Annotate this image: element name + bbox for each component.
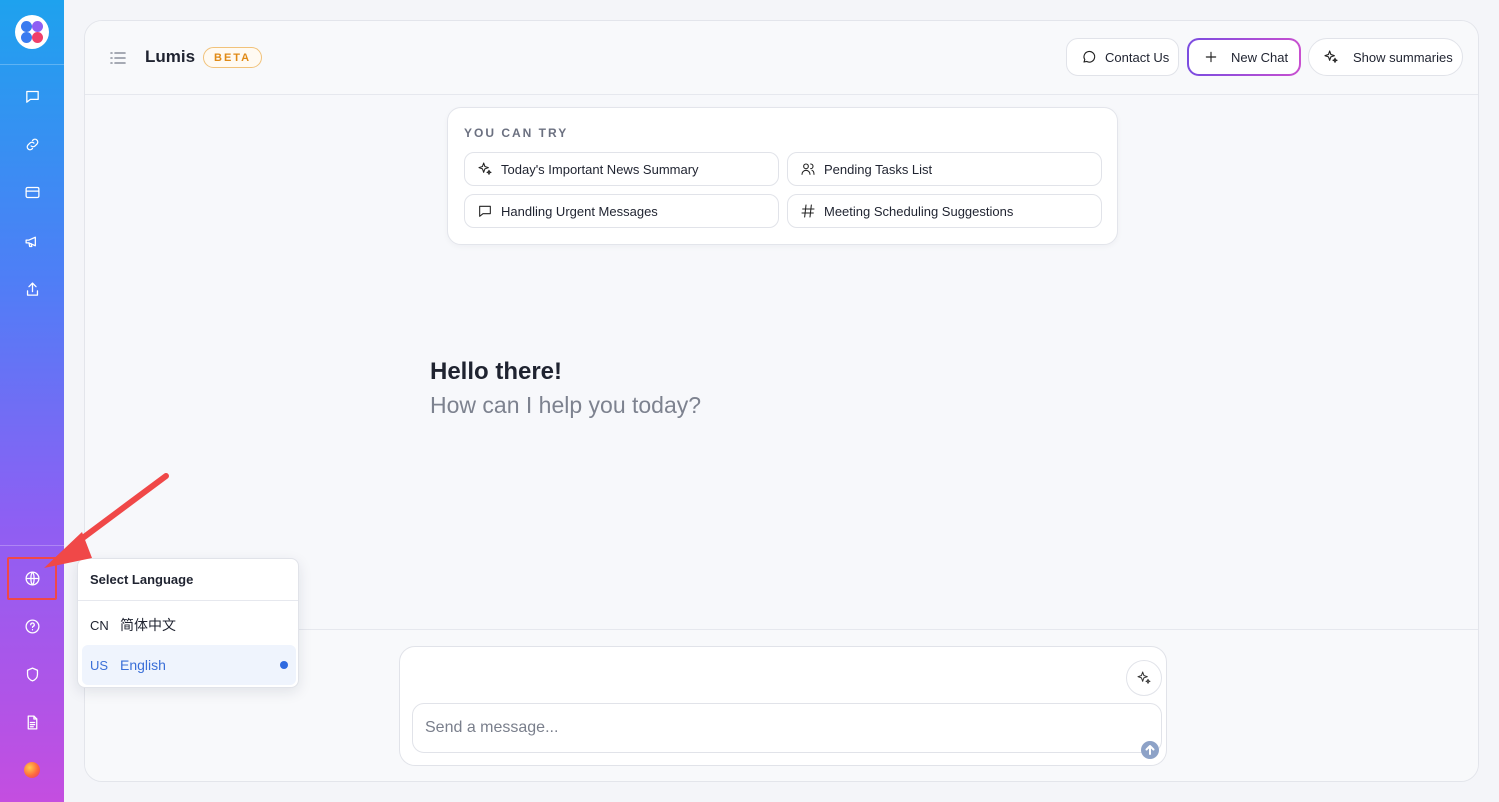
send-button[interactable] (1141, 741, 1159, 759)
new-chat-label: New Chat (1231, 49, 1289, 65)
selected-indicator (280, 661, 288, 669)
language-option-us[interactable]: US English (82, 645, 296, 685)
show-summaries-label: Show summaries (1353, 49, 1453, 65)
arrow-up-icon (1145, 745, 1155, 755)
language-code: US (90, 657, 109, 673)
language-menu: Select Language CN 简体中文 US English (77, 558, 299, 688)
suggestion-chip[interactable]: Pending Tasks List (787, 152, 1102, 186)
suggestion-chip[interactable]: Handling Urgent Messages (464, 194, 779, 228)
suggestion-chip[interactable]: Meeting Scheduling Suggestions (787, 194, 1102, 228)
shield-icon[interactable] (20, 662, 44, 686)
contact-us-label: Contact Us (1105, 49, 1170, 65)
suggestion-label: Meeting Scheduling Suggestions (824, 203, 1014, 219)
sparkles-icon (1137, 671, 1151, 684)
sparkles-icon (1324, 50, 1338, 63)
new-chat-button[interactable]: New Chat (1187, 38, 1301, 76)
message-input[interactable] (412, 703, 1162, 753)
message-circle-icon (1083, 50, 1096, 63)
language-menu-divider (78, 600, 298, 601)
contact-us-button[interactable]: Contact Us (1066, 38, 1179, 76)
app-title: Lumis (145, 47, 196, 66)
megaphone-icon[interactable] (20, 229, 44, 253)
composer (399, 646, 1167, 766)
link-icon[interactable] (20, 132, 44, 156)
header: Lumis BETA Contact Us New Chat Show summ… (85, 21, 1478, 95)
sidebar-divider (0, 545, 64, 546)
plus-icon (1205, 51, 1217, 63)
language-option-cn[interactable]: CN 简体中文 (82, 605, 296, 645)
chat-icon[interactable] (20, 84, 44, 108)
document-icon[interactable] (20, 710, 44, 734)
avatar[interactable] (24, 762, 40, 778)
suggestions-card: YOU CAN TRY Today's Important News Summa… (447, 107, 1118, 245)
sidebar-divider (0, 64, 64, 65)
upload-icon[interactable] (20, 277, 44, 301)
card-icon[interactable] (20, 180, 44, 204)
suggestion-label: Handling Urgent Messages (501, 203, 658, 219)
greeting-title: Hello there! (430, 358, 563, 385)
greeting-subtitle: How can I help you today? (430, 392, 702, 418)
suggestion-label: Today's Important News Summary (501, 161, 699, 177)
app-logo[interactable] (15, 15, 49, 49)
language-name: 简体中文 (120, 617, 176, 633)
language-name: English (120, 657, 166, 673)
sidebar (0, 0, 64, 802)
language-menu-title: Select Language (90, 572, 194, 587)
suggestion-label: Pending Tasks List (824, 161, 933, 177)
users-icon (801, 163, 815, 175)
hash-icon (801, 204, 815, 218)
menu-list-icon[interactable] (109, 49, 127, 67)
show-summaries-button[interactable]: Show summaries (1308, 38, 1463, 76)
help-icon[interactable] (20, 614, 44, 638)
beta-badge: BETA (203, 47, 263, 68)
enhance-prompt-button[interactable] (1126, 660, 1162, 696)
suggestion-chip[interactable]: Today's Important News Summary (464, 152, 779, 186)
suggestions-title: YOU CAN TRY (464, 126, 569, 140)
annotation-highlight-box (7, 557, 57, 600)
language-code: CN (90, 617, 109, 633)
message-square-icon (479, 205, 491, 217)
sparkles-icon (478, 162, 492, 175)
